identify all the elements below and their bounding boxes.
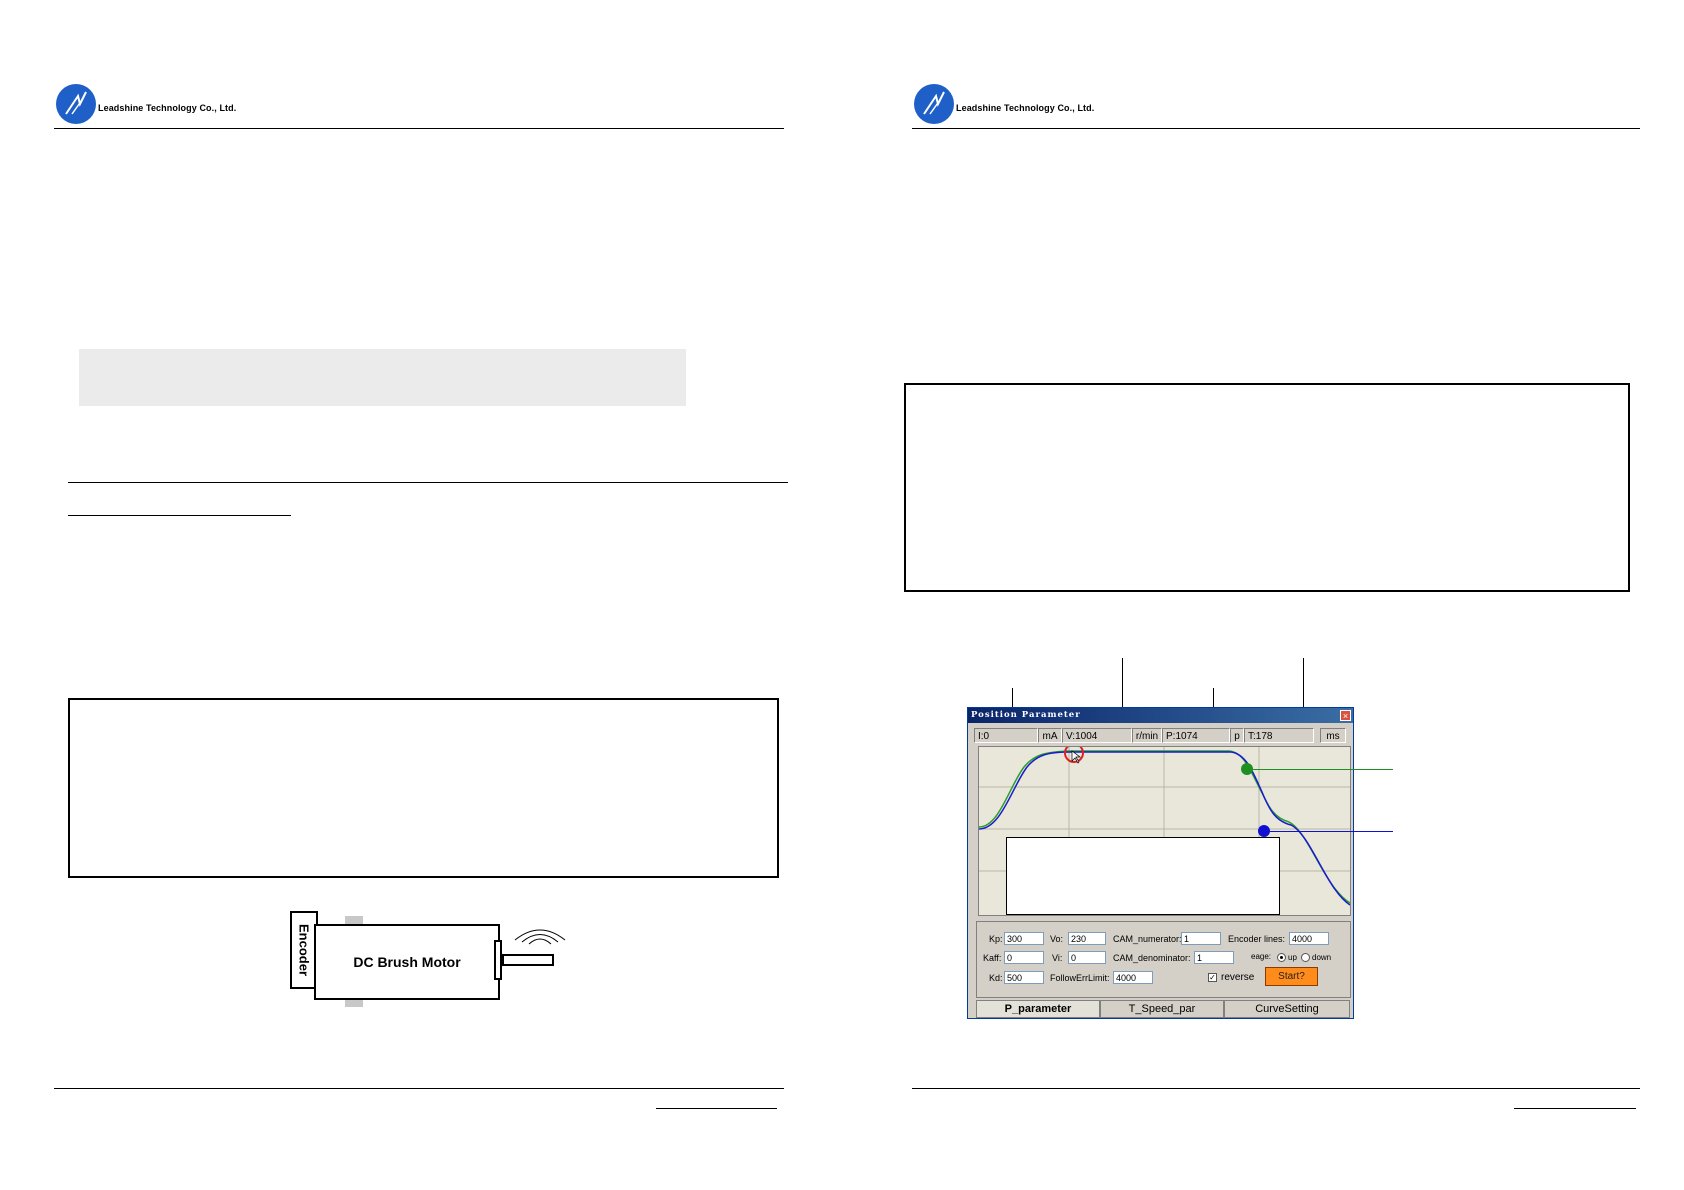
header-rule-left bbox=[54, 128, 784, 129]
actual-curve-callout-line bbox=[1270, 831, 1393, 832]
target-curve-callout-line bbox=[1253, 769, 1393, 770]
kp-label: Kp: bbox=[989, 934, 1003, 944]
cam-denominator-label: CAM_denominator: bbox=[1113, 953, 1191, 963]
header-rule-right bbox=[912, 128, 1640, 129]
edge-label: eage: bbox=[1251, 952, 1272, 961]
footer-rule-left bbox=[54, 1088, 784, 1089]
motor-label: DC Brush Motor bbox=[353, 954, 461, 970]
edge-down-radio[interactable] bbox=[1301, 953, 1310, 962]
edge-up-label: up bbox=[1288, 953, 1297, 962]
section-rule-long bbox=[68, 482, 788, 483]
company-name-left: Leadshine Technology Co., Ltd. bbox=[98, 103, 237, 113]
velocity-readout: V:1004 bbox=[1062, 728, 1132, 743]
logo-bird-icon bbox=[923, 91, 945, 115]
footer-page-rule-right bbox=[1514, 1108, 1636, 1109]
current-unit: mA bbox=[1038, 728, 1062, 743]
tab-p-parameter[interactable]: P_parameter bbox=[976, 1000, 1100, 1018]
edge-up-radio[interactable] bbox=[1277, 953, 1286, 962]
rotation-waves-icon bbox=[514, 929, 566, 945]
follow-err-label: FollowErrLimit: bbox=[1050, 973, 1110, 983]
close-icon[interactable]: × bbox=[1340, 710, 1351, 721]
window-title: Position Parameter bbox=[968, 708, 1353, 723]
encoder-lines-label: Encoder lines: bbox=[1228, 934, 1286, 944]
reverse-label: reverse bbox=[1221, 972, 1255, 983]
target-curve-marker bbox=[1241, 763, 1253, 775]
footer-page-rule-left bbox=[656, 1108, 777, 1109]
logo-bird-icon bbox=[65, 91, 87, 115]
tab-curve-setting[interactable]: CurveSetting bbox=[1224, 1000, 1350, 1018]
vo-label: Vo: bbox=[1050, 934, 1064, 944]
note-box-right bbox=[904, 383, 1630, 592]
cam-denominator-input[interactable]: 1 bbox=[1194, 951, 1234, 964]
time-unit: ms bbox=[1320, 728, 1346, 743]
position-readout: P:1074 bbox=[1162, 728, 1230, 743]
edge-down-label: down bbox=[1312, 953, 1332, 962]
time-readout: T:178 bbox=[1244, 728, 1314, 743]
vo-input[interactable]: 230 bbox=[1068, 932, 1106, 945]
kd-label: Kd: bbox=[989, 973, 1003, 983]
kp-input[interactable]: 300 bbox=[1004, 932, 1044, 945]
company-name-right: Leadshine Technology Co., Ltd. bbox=[956, 103, 1095, 113]
vi-label: Vi: bbox=[1052, 953, 1063, 963]
follow-err-input[interactable]: 4000 bbox=[1113, 971, 1153, 984]
graph-annotation-box bbox=[1006, 837, 1280, 915]
leadshine-logo-right bbox=[914, 84, 954, 124]
encoder-lines-input[interactable]: 4000 bbox=[1289, 932, 1329, 945]
position-unit: p bbox=[1230, 728, 1244, 743]
actual-curve-marker bbox=[1258, 825, 1270, 837]
note-box-left bbox=[68, 698, 779, 878]
kaff-label: Kaff: bbox=[983, 953, 1002, 963]
tab-t-speed-par[interactable]: T_Speed_par bbox=[1100, 1000, 1224, 1018]
current-readout: I:0 bbox=[974, 728, 1038, 743]
motor-flange bbox=[494, 940, 502, 980]
cam-numerator-label: CAM_numerator: bbox=[1113, 934, 1182, 944]
footer-rule-right bbox=[912, 1088, 1640, 1089]
leadshine-logo-left bbox=[56, 84, 96, 124]
kaff-input[interactable]: 0 bbox=[1004, 951, 1044, 964]
kd-input[interactable]: 500 bbox=[1004, 971, 1044, 984]
start-button[interactable]: Start? bbox=[1265, 967, 1318, 986]
encoder-label: Encoder bbox=[296, 923, 312, 976]
section-rule-short bbox=[68, 515, 291, 516]
position-parameter-window: Position Parameter × I:0 mA V:1004 r/min… bbox=[967, 707, 1354, 1019]
motor-body: DC Brush Motor bbox=[314, 924, 500, 1000]
cam-numerator-input[interactable]: 1 bbox=[1181, 932, 1221, 945]
grey-note-bar bbox=[79, 349, 686, 406]
vi-input[interactable]: 0 bbox=[1068, 951, 1106, 964]
velocity-unit: r/min bbox=[1132, 728, 1162, 743]
reverse-checkbox[interactable]: ✓ bbox=[1208, 973, 1217, 982]
motor-shaft bbox=[502, 954, 554, 966]
